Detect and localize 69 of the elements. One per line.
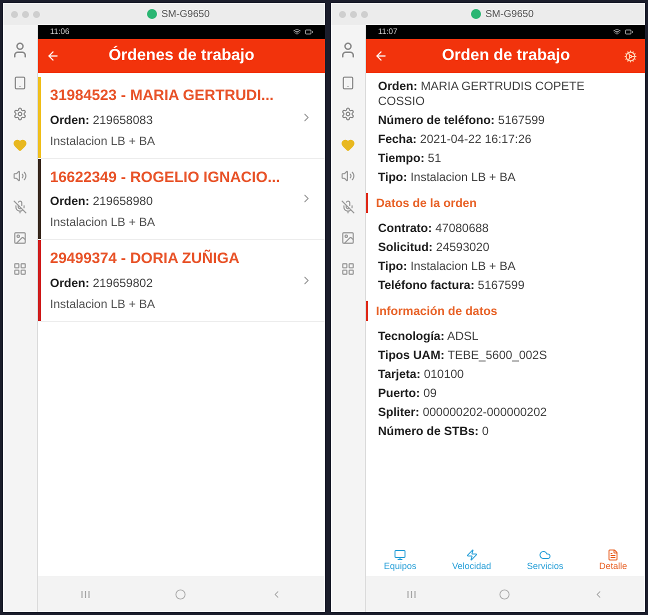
battery-icon — [305, 28, 313, 36]
detail-field: Teléfono factura: 5167599 — [378, 276, 633, 295]
home-icon[interactable] — [174, 588, 186, 600]
volume-icon[interactable] — [341, 169, 355, 183]
tablet-icon[interactable] — [341, 76, 355, 90]
section-heading: Datos de la orden — [376, 196, 477, 210]
detail-field: Contrato: 47080688 — [378, 219, 633, 238]
detail-field: Tipo: Instalacion LB + BA — [378, 168, 633, 187]
wifi-icon — [293, 28, 301, 36]
tablet-icon[interactable] — [13, 76, 27, 90]
detail-field: Tarjeta: 010100 — [378, 365, 633, 384]
image-icon[interactable] — [13, 231, 27, 245]
grid-icon[interactable] — [13, 262, 27, 276]
order-title: 29499374 - DORIA ZUÑIGA — [50, 248, 241, 269]
mic-off-icon[interactable] — [341, 200, 355, 214]
heart-icon[interactable] — [341, 138, 355, 152]
recent-apps-icon[interactable] — [407, 590, 416, 598]
mic-off-icon[interactable] — [13, 200, 27, 214]
wifi-icon — [613, 28, 621, 36]
device-status-icon — [147, 9, 158, 19]
detail-field: Puerto: 09 — [378, 384, 633, 403]
detail-field: Spliter: 000000202-000000202 — [378, 403, 633, 422]
home-icon[interactable] — [498, 588, 510, 600]
bottom-tab[interactable]: Detalle — [599, 548, 628, 572]
user-icon[interactable] — [339, 41, 357, 59]
order-card[interactable]: 16622349 - ROGELIO IGNACIO... Orden: 219658980 Instalacion LB + BA — [38, 158, 325, 240]
detail-field: Tiempo: 51 — [378, 149, 633, 168]
monitor-icon — [394, 548, 406, 560]
window-title: SM-G9650 — [161, 8, 210, 22]
volume-icon[interactable] — [13, 169, 27, 183]
heart-icon[interactable] — [13, 138, 27, 152]
device-status-icon — [471, 9, 482, 19]
order-number: Orden: 219658083 — [50, 112, 154, 128]
grid-icon[interactable] — [341, 262, 355, 276]
detail-field: Número de teléfono: 5167599 — [378, 111, 633, 130]
status-time: 11:06 — [50, 28, 70, 36]
detail-field: Tipo: Instalacion LB + BA — [378, 257, 633, 276]
order-type: Instalacion LB + BA — [50, 132, 156, 150]
settings-icon[interactable] — [341, 107, 355, 121]
bottom-tab[interactable]: Equipos — [384, 548, 416, 572]
user-icon[interactable] — [11, 41, 29, 59]
battery-icon — [625, 28, 633, 36]
order-type: Instalacion LB + BA — [50, 214, 156, 231]
detail-field: Solicitud: 24593020 — [378, 238, 633, 257]
order-card[interactable]: 29499374 - DORIA ZUÑIGA Orden: 219659802 Instalacion LB + BA — [38, 240, 325, 322]
detail-field: Número de STBs: 0 — [378, 422, 633, 441]
detail-field: Tecnología: ADSL — [378, 327, 633, 346]
header-title: Órdenes de trabajo — [108, 44, 256, 66]
section-heading: Información de datos — [376, 304, 498, 318]
detail-field: Fecha: 2021-04-22 16:17:26 — [378, 130, 633, 149]
order-card[interactable]: 31984523 - MARIA GERTRUDI... Orden: 219658083 Instalacion LB + BA — [38, 77, 325, 158]
settings-icon[interactable] — [13, 107, 27, 121]
header-title: Orden de trabajo — [440, 46, 572, 66]
order-number: Orden: 219659802 — [50, 274, 154, 292]
document-icon — [607, 548, 620, 560]
status-time: 11:07 — [378, 28, 398, 36]
bottom-tab[interactable]: Servicios — [526, 548, 564, 572]
order-title: 16622349 - ROGELIO IGNACIO... — [50, 168, 282, 188]
order-type: Instalacion LB + BA — [50, 296, 156, 312]
bolt-icon — [466, 548, 478, 560]
bottom-tab[interactable]: Velocidad — [452, 548, 492, 572]
recent-apps-icon[interactable] — [80, 590, 90, 598]
order-title: 31984523 - MARIA GERTRUDI... — [50, 86, 275, 106]
image-icon[interactable] — [341, 231, 355, 245]
cloud-icon — [539, 548, 552, 560]
detail-field: Tipos UAM: TEBE_5600_002S — [378, 346, 633, 365]
window-title: SM-G9650 — [485, 8, 534, 22]
order-number: Orden: 219658980 — [50, 193, 154, 210]
detail-field: Orden: MARIA GERTRUDIS COPETE COSSIO — [378, 77, 633, 111]
